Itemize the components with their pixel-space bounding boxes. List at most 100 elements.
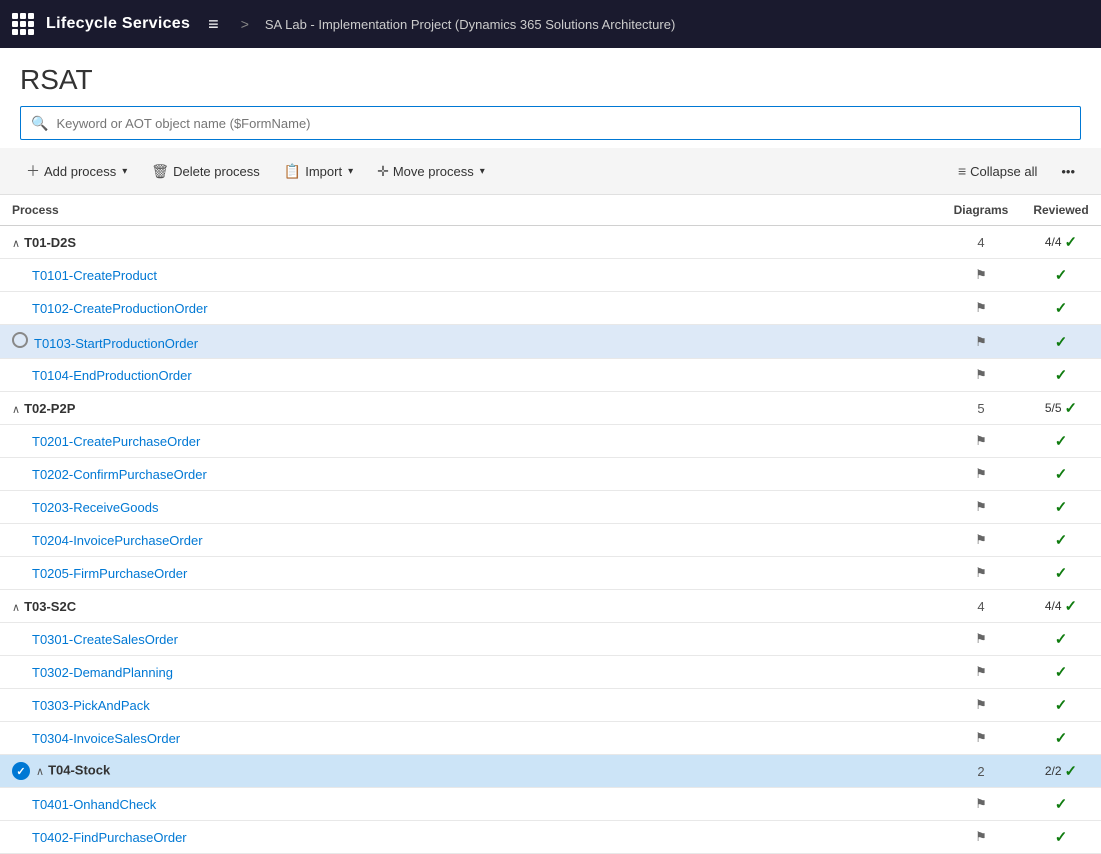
group-label: T03-S2C — [24, 599, 76, 614]
app-header: Lifecycle Services ≡ > SA Lab - Implemen… — [0, 0, 1101, 48]
table-row[interactable]: T0201-CreatePurchaseOrder⚑✓ — [0, 425, 1101, 458]
table-row[interactable]: T0203-ReceiveGoods ⚑ ✓ — [0, 491, 1101, 524]
diagram-icon[interactable]: ⚑ — [975, 267, 987, 282]
col-header-process: Process — [0, 195, 941, 226]
table-row[interactable]: ✓∧T04-Stock22/2 ✓ — [0, 755, 1101, 788]
child-process-cell: T0203-ReceiveGoods — [0, 491, 941, 524]
group-diagrams-cell: 5 — [941, 392, 1021, 425]
child-process-cell: T0401-OnhandCheck — [0, 788, 941, 821]
diagram-icon[interactable]: ⚑ — [975, 565, 987, 580]
child-diagrams-cell: ⚑ — [941, 689, 1021, 722]
process-link[interactable]: T0203-ReceiveGoods — [12, 500, 158, 515]
child-reviewed-cell: ✓ — [1021, 491, 1101, 524]
delete-process-button[interactable]: 🗑 Delete process — [141, 158, 270, 185]
table-row[interactable]: T0101-CreateProduct ⚑ ✓ — [0, 259, 1101, 292]
process-link[interactable]: T0103-StartProductionOrder — [34, 336, 198, 351]
check-icon: ✓ — [1055, 300, 1068, 317]
process-link[interactable]: T0202-ConfirmPurchaseOrder — [12, 467, 207, 482]
child-reviewed-cell: ✓ — [1021, 656, 1101, 689]
table-row[interactable]: ∧T02-P2P55/5 ✓ — [0, 392, 1101, 425]
process-link[interactable]: T0101-CreateProduct — [12, 268, 157, 283]
child-reviewed-cell: ✓ — [1021, 259, 1101, 292]
child-reviewed-cell: ✓ — [1021, 821, 1101, 854]
delete-icon: 🗑 — [151, 163, 169, 180]
add-icon: ＋ — [26, 161, 40, 181]
check-icon: ✓ — [1055, 829, 1068, 846]
process-link[interactable]: T0402-FindPurchaseOrder — [12, 830, 187, 845]
process-link[interactable]: T0304-InvoiceSalesOrder — [12, 731, 180, 746]
table-row[interactable]: T0304-InvoiceSalesOrder⚑✓ — [0, 722, 1101, 755]
diagram-icon[interactable]: ⚑ — [975, 433, 987, 448]
process-link[interactable]: T0201-CreatePurchaseOrder — [12, 434, 200, 449]
table-row[interactable]: T0402-FindPurchaseOrder ⚑ ✓ — [0, 821, 1101, 854]
check-icon: ✓ — [1055, 532, 1068, 549]
table-row[interactable]: ∧T03-S2C44/4 ✓ — [0, 590, 1101, 623]
search-input[interactable] — [56, 116, 1070, 131]
diagram-icon[interactable]: ⚑ — [975, 631, 987, 646]
diagram-icon[interactable]: ⚑ — [975, 697, 987, 712]
process-link[interactable]: T0302-DemandPlanning — [12, 665, 173, 680]
collapse-group-icon[interactable]: ∧ — [12, 238, 20, 250]
child-reviewed-cell: ✓ — [1021, 458, 1101, 491]
diagram-icon[interactable]: ⚑ — [975, 829, 987, 844]
collapse-group-icon[interactable]: ∧ — [12, 602, 20, 614]
table-row[interactable]: T0204-InvoicePurchaseOrder ⚑ ✓ — [0, 524, 1101, 557]
check-icon: ✓ — [1055, 367, 1068, 384]
hamburger-icon[interactable]: ≡ — [202, 10, 225, 39]
table-row[interactable]: T0303-PickAndPack ⚑ ✓ — [0, 689, 1101, 722]
diagram-icon[interactable]: ⚑ — [975, 532, 987, 547]
check-icon: ✓ — [1055, 697, 1068, 714]
process-link[interactable]: T0205-FirmPurchaseOrder — [12, 566, 187, 581]
waffle-icon[interactable] — [12, 13, 34, 35]
more-options-button[interactable]: ••• — [1051, 159, 1085, 184]
group-process-cell: ∧ T03-S2C — [0, 590, 941, 623]
reviewed-badge: 4/4 ✓ — [1045, 597, 1077, 615]
move-process-button[interactable]: ✛ Move process ▾ — [367, 158, 495, 185]
collapse-all-button[interactable]: ≡ Collapse all — [948, 158, 1047, 184]
import-button[interactable]: 📋 Import ▾ — [274, 158, 363, 185]
process-link[interactable]: T0102-CreateProductionOrder — [12, 301, 208, 316]
move-icon: ✛ — [377, 163, 389, 180]
table-row[interactable]: T0104-EndProductionOrder ⚑ ✓ — [0, 359, 1101, 392]
diagram-icon[interactable]: ⚑ — [975, 334, 987, 349]
check-icon: ✓ — [1055, 631, 1068, 648]
check-icon: ✓ — [1055, 334, 1068, 351]
table-row[interactable]: T0205-FirmPurchaseOrder⚑✓ — [0, 557, 1101, 590]
group-reviewed-cell: 5/5 ✓ — [1021, 392, 1101, 425]
collapse-group-icon[interactable]: ∧ — [12, 404, 20, 416]
child-process-cell: T0402-FindPurchaseOrder — [0, 821, 941, 854]
child-process-cell: T0202-ConfirmPurchaseOrder — [0, 458, 941, 491]
table-row[interactable]: T0301-CreateSalesOrder ⚑ ✓ — [0, 623, 1101, 656]
process-link[interactable]: T0204-InvoicePurchaseOrder — [12, 533, 203, 548]
col-header-diagrams: Diagrams — [941, 195, 1021, 226]
process-link[interactable]: T0303-PickAndPack — [12, 698, 150, 713]
table-row[interactable]: T0401-OnhandCheck⚑✓ — [0, 788, 1101, 821]
process-link[interactable]: T0104-EndProductionOrder — [12, 368, 192, 383]
child-diagrams-cell: ⚑ — [941, 524, 1021, 557]
search-icon: 🔍 — [31, 115, 48, 132]
collapse-group-icon[interactable]: ∧ — [36, 766, 44, 778]
group-label: T01-D2S — [24, 235, 76, 250]
table-row[interactable]: T0202-ConfirmPurchaseOrder ⚑ ✓ — [0, 458, 1101, 491]
table-row[interactable]: ∧T01-D2S44/4 ✓ — [0, 226, 1101, 259]
diagram-icon[interactable]: ⚑ — [975, 730, 987, 745]
table-row[interactable]: T0103-StartProductionOrder ⚑ ✓ — [0, 325, 1101, 359]
child-reviewed-cell: ✓ — [1021, 623, 1101, 656]
child-reviewed-cell: ✓ — [1021, 689, 1101, 722]
reviewed-badge: 5/5 ✓ — [1045, 399, 1077, 417]
child-diagrams-cell: ⚑ — [941, 557, 1021, 590]
diagram-icon[interactable]: ⚑ — [975, 466, 987, 481]
table-row[interactable]: T0102-CreateProductionOrder ⚑ ✓ — [0, 292, 1101, 325]
add-process-button[interactable]: ＋ Add process ▾ — [16, 156, 137, 186]
diagram-icon[interactable]: ⚑ — [975, 664, 987, 679]
process-link[interactable]: T0301-CreateSalesOrder — [12, 632, 178, 647]
radio-button[interactable] — [12, 332, 28, 348]
diagram-icon[interactable]: ⚑ — [975, 796, 987, 811]
diagram-icon[interactable]: ⚑ — [975, 367, 987, 382]
diagram-icon[interactable]: ⚑ — [975, 300, 987, 315]
group-reviewed-cell: 4/4 ✓ — [1021, 590, 1101, 623]
diagram-icon[interactable]: ⚑ — [975, 499, 987, 514]
table-row[interactable]: T0302-DemandPlanning ⚑ ✓ — [0, 656, 1101, 689]
child-process-cell: T0301-CreateSalesOrder — [0, 623, 941, 656]
child-diagrams-cell: ⚑ — [941, 491, 1021, 524]
